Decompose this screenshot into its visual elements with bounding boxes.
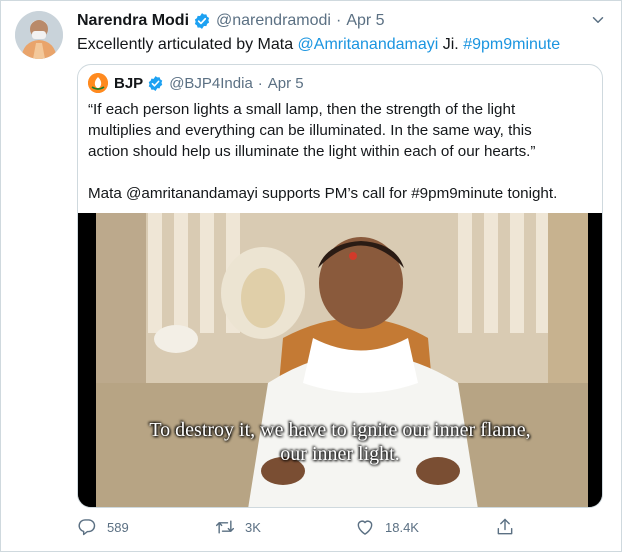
- video-subtitle-line: our inner light.: [280, 443, 400, 465]
- quoted-tweet[interactable]: BJP @BJP4India · Apr 5 “If each person l…: [77, 64, 603, 508]
- tweet-card: Narendra Modi @narendramodi · Apr 5 Exce…: [0, 0, 622, 552]
- quoted-tweet-timestamp[interactable]: Apr 5: [268, 75, 304, 92]
- quoted-author-handle[interactable]: @BJP4India: [169, 75, 253, 92]
- heart-icon: [357, 520, 373, 535]
- reply-icon: [78, 519, 96, 536]
- tweet-actions: 589 3K 18.4K: [77, 515, 547, 539]
- author-name[interactable]: Narendra Modi: [77, 12, 189, 30]
- quoted-tweet-header: BJP @BJP4India · Apr 5: [114, 73, 304, 93]
- like-button[interactable]: 18.4K: [355, 515, 419, 539]
- author-handle[interactable]: @narendramodi: [216, 12, 331, 30]
- chevron-down-icon[interactable]: [589, 11, 607, 29]
- quoted-text-line: Mata @amritanandamayi supports PM’s call…: [88, 185, 558, 202]
- tweet-text-middle: Ji.: [438, 36, 464, 53]
- retweet-count: 3K: [245, 519, 261, 535]
- tweet-header: Narendra Modi @narendramodi · Apr 5: [77, 10, 385, 32]
- tweet-text: Excellently articulated by Mata @Amritan…: [77, 34, 560, 56]
- quoted-text-line: action should help us illuminate the lig…: [88, 143, 536, 160]
- retweet-button[interactable]: 3K: [215, 515, 261, 539]
- verified-badge-icon: [193, 12, 211, 30]
- verified-badge-icon: [147, 75, 164, 92]
- tweet-text-prefix: Excellently articulated by Mata: [77, 36, 298, 53]
- share-icon: [497, 518, 513, 535]
- quoted-author-name[interactable]: BJP: [114, 75, 143, 92]
- video-media[interactable]: To destroy it, we have to ignite our inn…: [78, 213, 602, 507]
- tweet-timestamp[interactable]: Apr 5: [346, 12, 384, 30]
- share-button[interactable]: [495, 515, 525, 539]
- like-count: 18.4K: [385, 519, 419, 535]
- reply-button[interactable]: 589: [77, 515, 129, 539]
- quoted-text-line: “If each person lights a small lamp, the…: [88, 101, 516, 118]
- video-subtitle-line: To destroy it, we have to ignite our inn…: [149, 419, 531, 441]
- quoted-tweet-text: “If each person lights a small lamp, the…: [88, 99, 596, 204]
- reply-count: 589: [107, 519, 129, 535]
- mention-link[interactable]: @Amritanandamayi: [298, 36, 439, 53]
- quoted-author-avatar[interactable]: [88, 73, 108, 93]
- author-avatar[interactable]: [15, 11, 63, 59]
- retweet-icon: [215, 520, 235, 534]
- quoted-text-line: multiplies and everything can be illumin…: [88, 122, 532, 139]
- separator-dot: ·: [257, 74, 263, 92]
- hashtag-link[interactable]: #9pm9minute: [463, 36, 560, 53]
- separator-dot: ·: [335, 12, 342, 29]
